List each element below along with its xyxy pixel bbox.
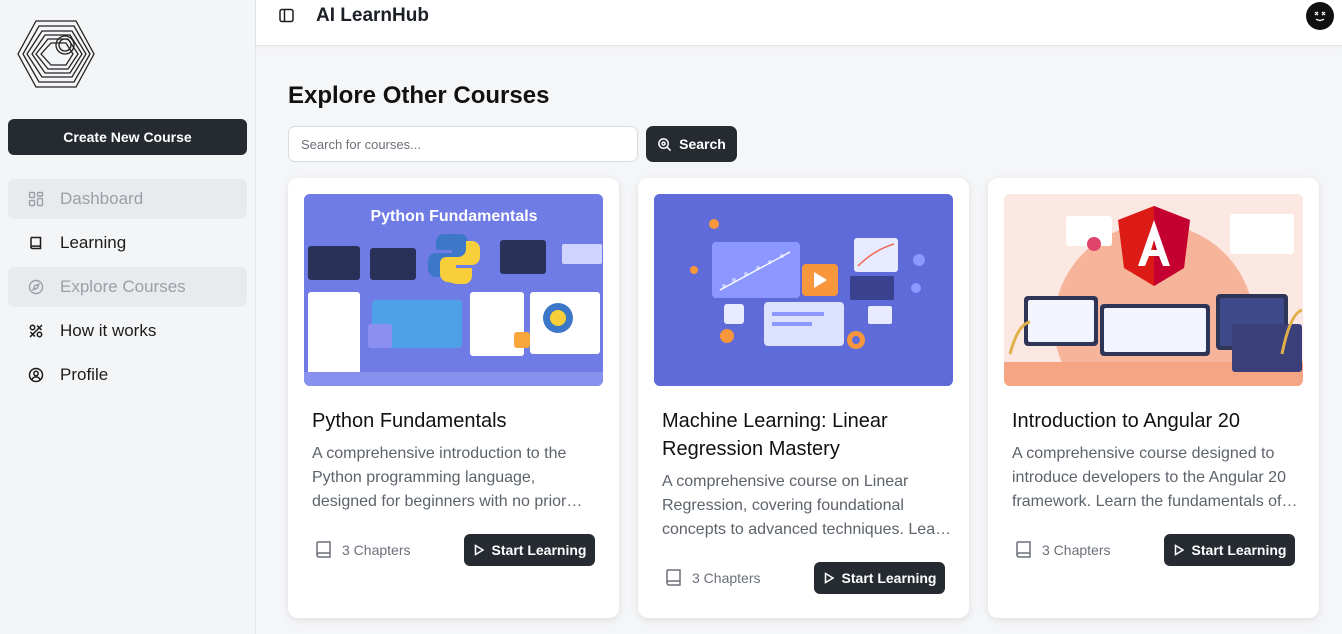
book-icon <box>666 569 681 586</box>
app-title: AI LearnHub <box>316 5 429 26</box>
main-content: AI LearnHub Explore Other Courses Search… <box>256 0 1342 634</box>
book-icon <box>316 541 331 558</box>
sidebar-toggle-icon[interactable] <box>278 7 296 25</box>
course-card-python[interactable]: Python Fundamentals Python Fundamentals … <box>288 178 619 618</box>
start-learning-label: Start Learning <box>1191 542 1287 558</box>
course-description: A comprehensive course on Linear Regress… <box>662 473 950 538</box>
sidebar-item-label: Explore Courses <box>60 277 186 296</box>
sidebar-nav: Dashboard Learning Explore Courses How i… <box>8 179 247 399</box>
search-input[interactable] <box>288 126 638 162</box>
sidebar-item-label: How it works <box>60 321 157 340</box>
course-title: Machine Learning: Linear Regression Mast… <box>662 410 888 460</box>
course-description: A comprehensive course designed to intro… <box>1012 445 1286 510</box>
start-learning-button[interactable]: Start Learning <box>1164 534 1295 566</box>
start-learning-label: Start Learning <box>841 570 937 586</box>
course-card-angular[interactable]: Introduction to Angular 20 A comprehensi… <box>988 178 1319 618</box>
start-learning-button[interactable]: Start Learning <box>814 562 945 594</box>
course-thumbnail <box>654 194 953 386</box>
user-circle-icon <box>28 367 44 383</box>
sidebar-item-label: Dashboard <box>60 189 144 208</box>
logo-icon <box>16 17 96 91</box>
sidebar: Create New Course Dashboard Learning Exp… <box>0 0 256 634</box>
course-thumbnail: Python Fundamentals <box>304 194 603 386</box>
chapters-count: 3 Chapters <box>1014 539 1110 561</box>
course-title: Python Fundamentals <box>312 410 507 432</box>
search-button[interactable]: Search <box>646 126 737 162</box>
avatar[interactable] <box>1306 2 1334 30</box>
compass-icon <box>28 279 44 295</box>
avatar-face-icon <box>1314 11 1326 22</box>
play-icon <box>1174 544 1185 556</box>
course-description: A comprehensive introduction to the Pyth… <box>312 445 567 510</box>
sidebar-item-how-it-works[interactable]: How it works <box>8 311 247 351</box>
course-thumbnail <box>1004 194 1303 386</box>
play-icon <box>474 544 485 556</box>
chapters-label: 3 Chapters <box>342 542 411 558</box>
sidebar-item-label: Profile <box>60 365 109 384</box>
start-learning-button[interactable]: Start Learning <box>464 534 595 566</box>
chapters-count: 3 Chapters <box>314 539 410 561</box>
page-title: Explore Other Courses <box>288 82 550 109</box>
chapters-label: 3 Chapters <box>1042 542 1111 558</box>
search-button-label: Search <box>679 136 726 152</box>
chapters-count: 3 Chapters <box>664 567 760 589</box>
search-icon <box>658 137 672 151</box>
start-learning-label: Start Learning <box>491 542 587 558</box>
sidebar-item-explore-courses[interactable]: Explore Courses <box>8 267 247 307</box>
course-card-ml[interactable]: Machine Learning: Linear Regression Mast… <box>638 178 969 618</box>
top-bar: AI LearnHub <box>256 0 1342 46</box>
tools-icon <box>28 323 44 339</box>
app-root: Create New Course Dashboard Learning Exp… <box>0 0 1342 634</box>
create-new-course-button[interactable]: Create New Course <box>8 119 247 155</box>
sidebar-item-label: Learning <box>60 233 127 252</box>
chapters-label: 3 Chapters <box>692 570 761 586</box>
sidebar-item-dashboard[interactable]: Dashboard <box>8 179 247 219</box>
sidebar-item-profile[interactable]: Profile <box>8 355 247 395</box>
course-title: Introduction to Angular 20 <box>1012 410 1240 432</box>
thumb-heading: Python Fundamentals <box>370 208 537 225</box>
play-icon <box>824 572 835 584</box>
book-icon <box>1016 541 1031 558</box>
book-icon <box>28 235 44 251</box>
sidebar-item-learning[interactable]: Learning <box>8 223 247 263</box>
grid-icon <box>28 191 44 207</box>
